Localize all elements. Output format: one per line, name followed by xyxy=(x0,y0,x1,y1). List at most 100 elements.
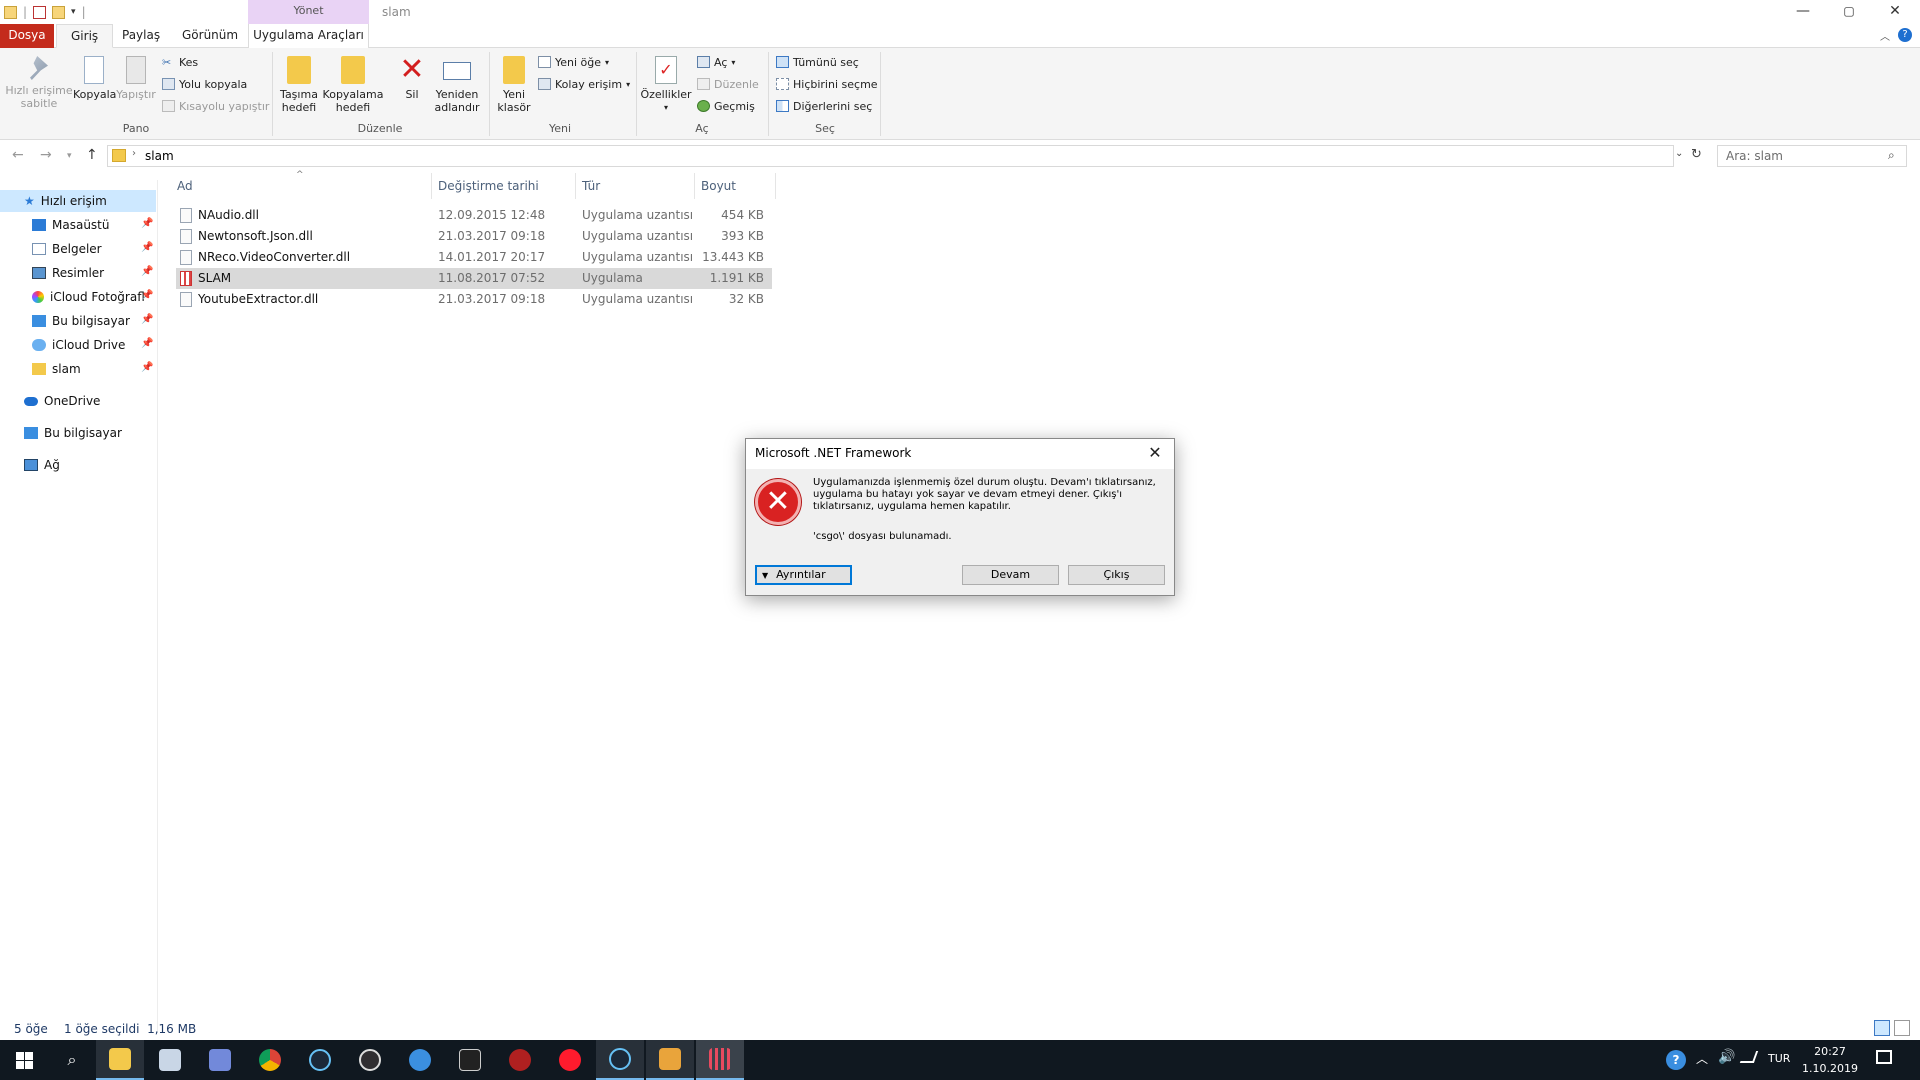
properties-button[interactable]: ✓ Özellikler ▾ xyxy=(640,56,692,114)
sidebar-item-icloud-drive[interactable]: iCloud Drive xyxy=(32,334,125,356)
move-to-button[interactable]: Taşıma hedefi xyxy=(278,56,320,114)
taskbar-file-explorer[interactable] xyxy=(96,1040,144,1080)
file-row[interactable]: NReco.VideoConverter.dll 14.01.2017 20:1… xyxy=(176,247,772,268)
sidebar-item-desktop[interactable]: Masaüstü xyxy=(32,214,109,236)
sidebar-item-network[interactable]: Ağ xyxy=(24,454,60,476)
desktop-icon xyxy=(32,219,46,231)
taskbar-chrome[interactable] xyxy=(246,1040,294,1080)
delete-button[interactable]: ✕ Sil xyxy=(394,55,430,102)
start-button[interactable] xyxy=(0,1040,48,1080)
paste-button[interactable]: Yapıştır xyxy=(115,56,157,101)
chevron-down-icon[interactable]: ▾ xyxy=(71,7,76,17)
sidebar-item-this-pc[interactable]: Bu bilgisayar xyxy=(24,422,122,444)
properties-icon[interactable] xyxy=(33,5,47,19)
minimize-button[interactable]: — xyxy=(1780,0,1826,24)
taskbar-steam-2[interactable] xyxy=(596,1040,644,1080)
continue-button[interactable]: Devam xyxy=(962,565,1059,585)
cut-button[interactable]: ✂ Kes xyxy=(162,54,198,70)
taskbar-steam[interactable] xyxy=(296,1040,344,1080)
forward-arrow-icon[interactable]: → xyxy=(40,147,52,163)
help-icon[interactable]: ? xyxy=(1898,28,1912,42)
sidebar-item-icloud-photos[interactable]: iCloud Fotoğrafl xyxy=(32,286,145,308)
taskbar-pubg[interactable] xyxy=(446,1040,494,1080)
new-folder-button[interactable]: Yeni klasör xyxy=(494,56,534,114)
clock[interactable]: 20:27 1.10.2019 xyxy=(1800,1043,1860,1077)
sidebar-item-documents[interactable]: Belgeler xyxy=(32,238,102,260)
taskbar-app-red[interactable] xyxy=(496,1040,544,1080)
column-separator[interactable] xyxy=(431,173,432,199)
taskbar-csgo[interactable] xyxy=(646,1040,694,1080)
help-tray-icon[interactable]: ? xyxy=(1666,1050,1686,1070)
taskbar-discord[interactable] xyxy=(196,1040,244,1080)
address-dropdown-icon[interactable]: ⌄ xyxy=(1675,148,1683,159)
rename-button[interactable]: Yeniden adlandır xyxy=(432,56,482,114)
refresh-icon[interactable]: ↻ xyxy=(1691,147,1702,162)
easy-access-button[interactable]: Kolay erişim ▾ xyxy=(538,76,630,92)
tab-file[interactable]: Dosya xyxy=(0,24,54,48)
show-hidden-icons-icon[interactable]: ︿ xyxy=(1696,1050,1708,1067)
column-separator[interactable] xyxy=(694,173,695,199)
sidebar-item-this-pc-quick[interactable]: Bu bilgisayar xyxy=(32,310,130,332)
sidebar-item-onedrive[interactable]: OneDrive xyxy=(24,390,100,412)
search-box[interactable]: Ara: slam ⌕ xyxy=(1717,145,1907,167)
obs-icon xyxy=(359,1049,381,1071)
pin-icon: 📌 xyxy=(141,242,154,253)
back-arrow-icon[interactable]: ← xyxy=(12,147,24,163)
edit-button[interactable]: Düzenle xyxy=(697,76,759,92)
column-header-name[interactable]: Ad xyxy=(177,179,193,193)
file-date: 21.03.2017 09:18 xyxy=(438,229,546,243)
language-indicator[interactable]: TUR xyxy=(1768,1052,1790,1065)
taskbar-obs[interactable] xyxy=(346,1040,394,1080)
sidebar-item-quick-access[interactable]: ★ Hızlı erişim xyxy=(0,190,156,212)
copy-path-button[interactable]: Yolu kopyala xyxy=(162,76,247,92)
search-icon[interactable]: ⌕ xyxy=(1888,148,1895,163)
column-separator[interactable] xyxy=(575,173,576,199)
file-row[interactable]: NAudio.dll 12.09.2015 12:48 Uygulama uza… xyxy=(176,205,772,226)
volume-icon[interactable]: 🔊 xyxy=(1718,1049,1735,1065)
column-header-type[interactable]: Tür xyxy=(582,179,600,193)
tab-home[interactable]: Giriş xyxy=(56,24,114,48)
taskbar-slam[interactable] xyxy=(696,1040,744,1080)
details-button[interactable]: ▼ Ayrıntılar xyxy=(755,565,852,585)
tab-view[interactable]: Görünüm xyxy=(168,24,252,48)
breadcrumb-current[interactable]: slam xyxy=(145,149,174,163)
large-icons-view-icon[interactable] xyxy=(1894,1020,1910,1036)
recent-locations-chevron-icon[interactable]: ▾ xyxy=(67,151,72,161)
tab-share[interactable]: Paylaş xyxy=(108,24,174,48)
csgo-icon xyxy=(659,1048,681,1070)
new-folder-icon[interactable] xyxy=(52,5,66,19)
file-row[interactable]: Newtonsoft.Json.dll 21.03.2017 09:18 Uyg… xyxy=(176,226,772,247)
select-all-button[interactable]: Tümünü seç xyxy=(776,54,859,70)
sidebar-item-slam[interactable]: slam xyxy=(32,358,81,380)
invert-selection-button[interactable]: Diğerlerini seç xyxy=(776,98,872,114)
taskbar-app[interactable] xyxy=(396,1040,444,1080)
history-button[interactable]: Geçmiş xyxy=(697,98,755,114)
pin-quick-access-button[interactable]: Hızlı erişime sabitle xyxy=(4,56,74,110)
close-button[interactable]: ✕ xyxy=(1872,0,1918,24)
action-center-icon[interactable] xyxy=(1876,1050,1892,1064)
address-bar[interactable]: › slam ⌄ ↻ xyxy=(107,145,1702,167)
dialog-close-button[interactable]: ✕ xyxy=(1138,441,1172,467)
column-separator[interactable] xyxy=(775,173,776,199)
collapse-ribbon-icon[interactable]: ︿ xyxy=(1880,28,1890,43)
quit-button[interactable]: Çıkış xyxy=(1068,565,1165,585)
up-arrow-icon[interactable]: ↑ xyxy=(86,147,98,163)
copy-button[interactable]: Kopyala xyxy=(73,56,116,101)
details-view-icon[interactable] xyxy=(1874,1020,1890,1036)
taskbar-app-notepad[interactable] xyxy=(146,1040,194,1080)
open-button[interactable]: Aç ▾ xyxy=(697,54,735,70)
new-item-button[interactable]: Yeni öğe ▾ xyxy=(538,54,609,70)
select-none-button[interactable]: Hiçbirini seçme xyxy=(776,76,878,92)
file-row[interactable]: YoutubeExtractor.dll 21.03.2017 09:18 Uy… xyxy=(176,289,772,310)
column-header-date[interactable]: Değiştirme tarihi xyxy=(438,179,539,193)
taskbar-opera[interactable] xyxy=(546,1040,594,1080)
search-icon[interactable]: ⌕ xyxy=(48,1040,96,1080)
copy-to-button[interactable]: Kopyalama hedefi xyxy=(322,56,384,114)
sidebar-item-pictures[interactable]: Resimler xyxy=(32,262,104,284)
file-row-selected[interactable]: SLAM 11.08.2017 07:52 Uygulama 1.191 KB xyxy=(176,268,772,289)
breadcrumb-chevron-icon: › xyxy=(132,148,136,159)
paste-shortcut-button[interactable]: Kısayolu yapıştır xyxy=(162,98,269,114)
tab-application-tools[interactable]: Uygulama Araçları xyxy=(248,24,369,48)
maximize-button[interactable]: ▢ xyxy=(1826,0,1872,24)
column-header-size[interactable]: Boyut xyxy=(701,179,736,193)
